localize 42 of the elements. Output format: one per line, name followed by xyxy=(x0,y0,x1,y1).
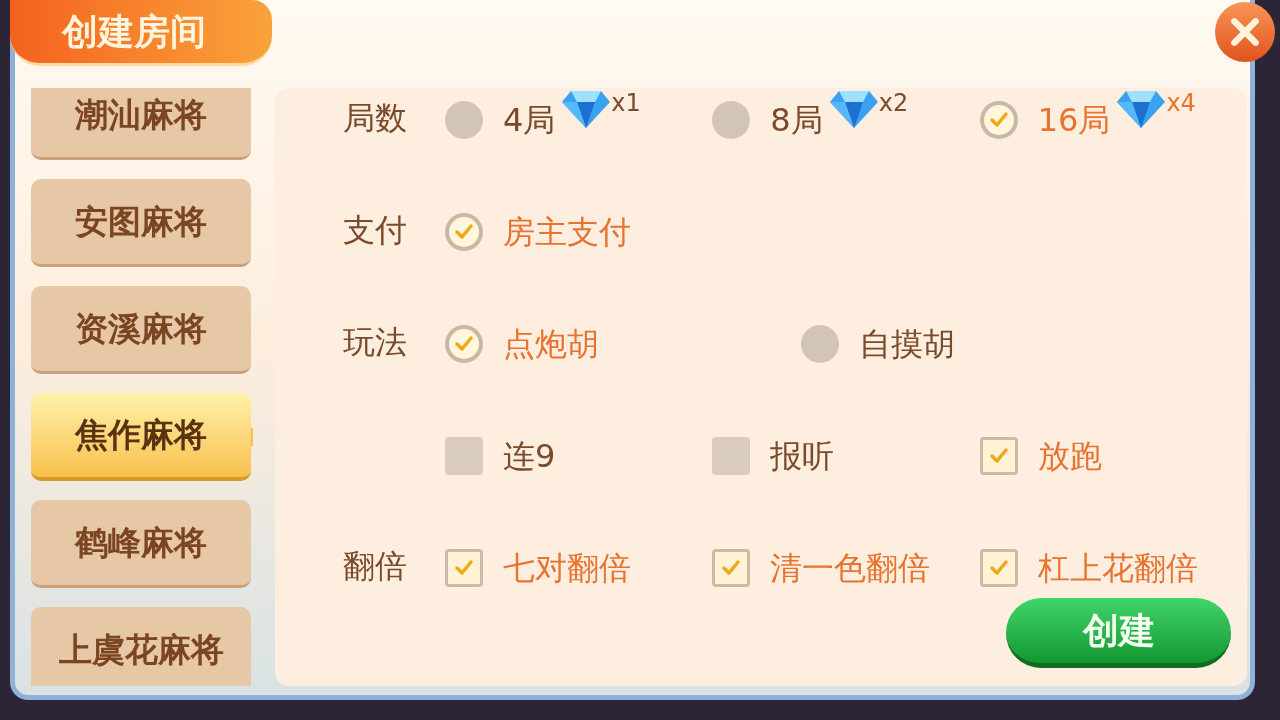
option-label: 放跑 xyxy=(1037,436,1102,476)
game-tab[interactable]: 上虞花麻将 xyxy=(31,607,251,686)
option-label: 房主支付 xyxy=(503,212,631,252)
checkbox[interactable] xyxy=(445,437,483,475)
cost-label: x4 xyxy=(1166,89,1196,117)
option-label: 七对翻倍 xyxy=(503,548,631,588)
diamond-icon xyxy=(561,89,612,129)
option-label: 报听 xyxy=(770,436,835,476)
radio-button[interactable] xyxy=(979,101,1018,139)
option-label: 清一色翻倍 xyxy=(770,548,931,588)
radio-button[interactable] xyxy=(445,325,483,363)
diamond-icon xyxy=(1116,89,1167,129)
radio-button[interactable] xyxy=(712,101,751,139)
checkbox[interactable] xyxy=(979,549,1018,587)
close-icon xyxy=(1229,16,1261,48)
radio-button[interactable] xyxy=(445,213,483,251)
cost-label: x2 xyxy=(878,89,909,117)
create-button[interactable]: 创建 xyxy=(1006,598,1231,668)
row-label: 局数 xyxy=(343,99,407,137)
game-tab[interactable]: 资溪麻将 xyxy=(31,286,251,374)
checkbox[interactable] xyxy=(712,437,751,475)
option-label: 8局 xyxy=(770,100,823,140)
option-label: 16局 xyxy=(1037,100,1111,140)
checkbox[interactable] xyxy=(445,549,483,587)
game-tab[interactable]: 焦作麻将 xyxy=(31,393,251,481)
game-tab[interactable]: 鹤峰麻将 xyxy=(31,500,251,588)
option-label: 自摸胡 xyxy=(859,324,955,364)
row-label: 玩法 xyxy=(343,323,407,361)
checkbox[interactable] xyxy=(979,437,1018,475)
radio-button[interactable] xyxy=(445,101,483,139)
cost-label: x1 xyxy=(611,89,641,117)
game-tab[interactable]: 潮汕麻将 xyxy=(31,88,251,160)
checkbox[interactable] xyxy=(712,549,751,587)
row-label: 翻倍 xyxy=(343,547,407,585)
option-label: 点炮胡 xyxy=(503,324,599,364)
option-label: 4局 xyxy=(503,100,556,140)
game-tab[interactable]: 安图麻将 xyxy=(31,179,251,267)
diamond-icon xyxy=(828,89,879,129)
option-label: 连9 xyxy=(503,436,556,476)
option-label: 杠上花翻倍 xyxy=(1037,548,1198,588)
radio-button[interactable] xyxy=(801,325,839,363)
row-label: 支付 xyxy=(343,211,407,249)
